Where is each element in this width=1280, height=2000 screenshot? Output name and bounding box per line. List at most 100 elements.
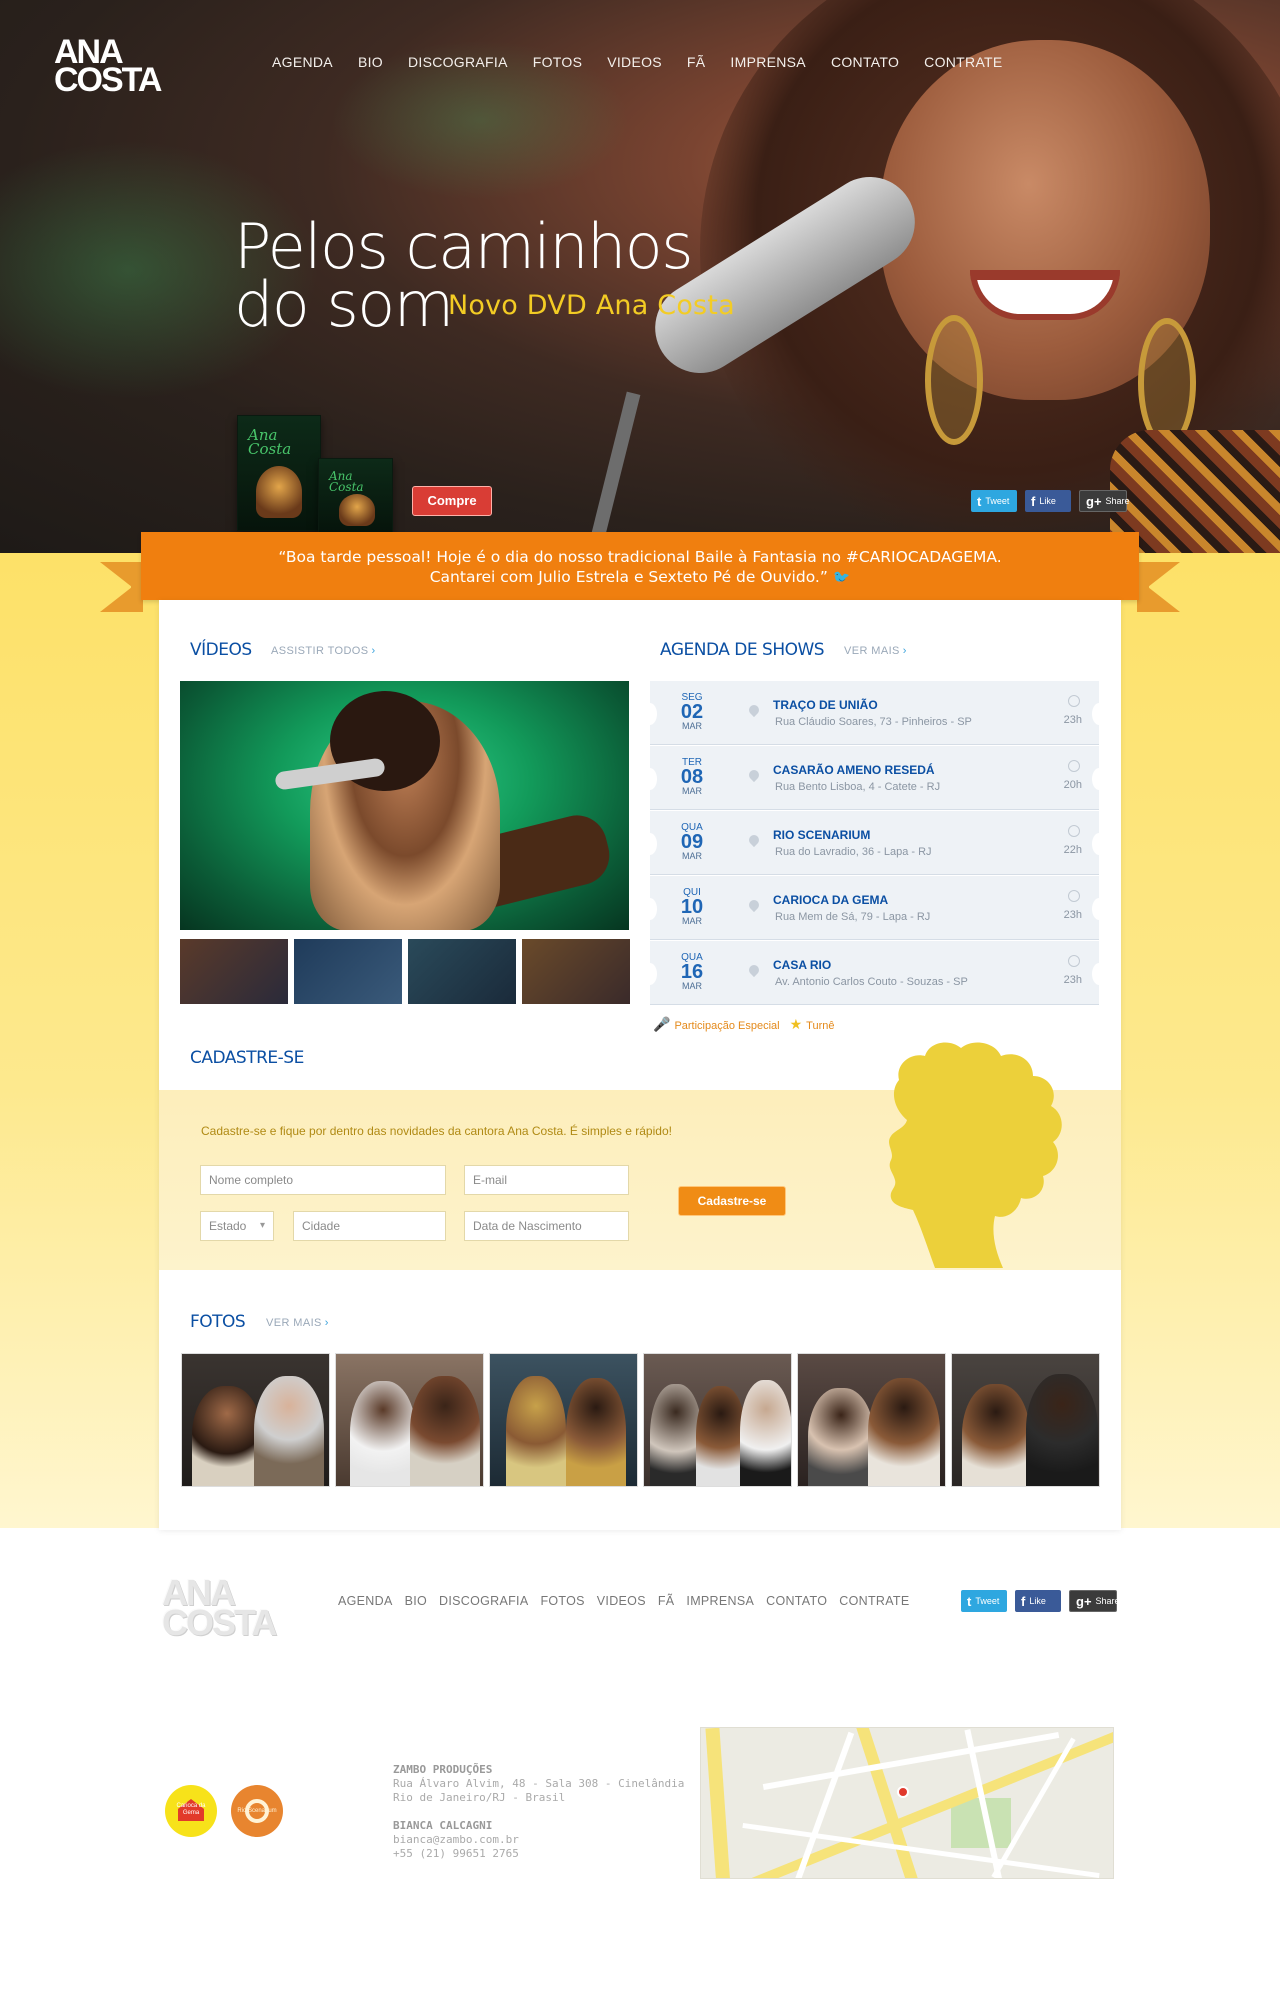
dvd-case-title: Ana Costa [329, 470, 364, 494]
agenda-title: AGENDA DE SHOWS [660, 640, 825, 660]
agenda-row[interactable]: QUA 16 MAR CASA RIO Av. Antonio Carlos Cou… [643, 941, 1106, 1005]
mic-stand [573, 391, 641, 553]
tweet-text-line1: “Boa tarde pessoal! Hoje é o dia do noss… [278, 548, 1002, 566]
photo-person [350, 1381, 416, 1486]
name-input[interactable]: Nome completo [200, 1165, 446, 1195]
ticket-notch [643, 898, 657, 920]
rio-scenarium-logo[interactable]: Rio Scenarium [231, 1785, 283, 1837]
show-time: 22h [1063, 844, 1082, 856]
photos-see-more-label: VER MAIS [266, 1317, 322, 1329]
footer-like-button[interactable]: f Like [1015, 1590, 1061, 1612]
photo-person [650, 1384, 702, 1486]
clock-icon [1068, 760, 1080, 772]
nav-imprensa[interactable]: IMPRENSA [730, 54, 806, 70]
agenda-row[interactable]: SEG 02 MAR TRAÇO DE UNIÃO Rua Cláudio Soar… [643, 681, 1106, 745]
agenda-row[interactable]: QUI 10 MAR CARIOCA DA GEMA Rua Mem de Sá, … [643, 876, 1106, 940]
video-thumbnail[interactable] [522, 939, 630, 1004]
show-time: 23h [1063, 974, 1082, 986]
nav-bio[interactable]: BIO [358, 54, 383, 70]
footer-nav-contrate[interactable]: CONTRATE [839, 1594, 909, 1608]
footer-nav-bio[interactable]: BIO [405, 1594, 427, 1608]
dvd-title-line2: Costa [248, 440, 292, 458]
twitter-icon: t [977, 493, 982, 509]
contact-email[interactable]: bianca@zambo.com.br [393, 1833, 684, 1847]
footer-nav-videos[interactable]: VIDEOS [597, 1594, 646, 1608]
dvd-case[interactable]: Ana Costa [318, 458, 393, 533]
photos-see-more-link[interactable]: VER MAIS › [266, 1317, 329, 1329]
location-pin-icon [746, 897, 762, 913]
show-venue: RIO SCENARIUM [773, 828, 871, 842]
video-thumbnail[interactable] [408, 939, 516, 1004]
dvd-figure [256, 466, 302, 518]
dvd-case-title-line2: Costa [329, 480, 364, 494]
gallery-photo[interactable] [335, 1353, 484, 1487]
video-thumbnail[interactable] [294, 939, 402, 1004]
footer-share-label: Share [1095, 1596, 1120, 1606]
footer-nav-fotos[interactable]: FOTOS [540, 1594, 584, 1608]
carioca-da-gema-logo[interactable]: Carioca da Gema [165, 1785, 217, 1837]
footer-nav-imprensa[interactable]: IMPRENSA [686, 1594, 754, 1608]
show-month: MAR [682, 916, 702, 926]
facebook-icon: f [1031, 493, 1036, 509]
nav-agenda[interactable]: AGENDA [272, 54, 333, 70]
footer-tweet-button[interactable]: t Tweet [961, 1590, 1007, 1612]
site-logo[interactable]: ANA COSTA [54, 35, 169, 97]
star-icon: ★ [789, 1016, 803, 1032]
agenda-row[interactable]: TER 08 MAR CASARÃO AMENO RESEDÁ Rua Bento … [643, 746, 1106, 810]
agenda-see-more-link[interactable]: VER MAIS › [844, 645, 907, 657]
location-pin-icon [746, 962, 762, 978]
map-avenue [705, 1728, 731, 1878]
agenda-row[interactable]: QUA 09 MAR RIO SCENARIUM Rua do Lavradio, … [643, 811, 1106, 875]
ticket-notch [643, 963, 657, 985]
show-month: MAR [682, 851, 702, 861]
signup-button[interactable]: Cadastre-se [678, 1186, 786, 1216]
city-input[interactable]: Cidade [293, 1211, 446, 1241]
show-address: Av. Antonio Carlos Couto - Souzas - SP [775, 976, 968, 988]
tweet-banner[interactable]: “Boa tarde pessoal! Hoje é o dia do noss… [141, 532, 1139, 600]
agenda-list: SEG 02 MAR TRAÇO DE UNIÃO Rua Cláudio Soar… [643, 681, 1106, 1006]
share-button[interactable]: g+ Share [1079, 490, 1130, 512]
ticket-notch [1092, 703, 1106, 725]
legend-tour: ★ Turnê [790, 1016, 835, 1033]
dvd-cover[interactable]: Ana Costa [237, 415, 321, 531]
nav-fa[interactable]: FÃ [687, 54, 706, 70]
footer-nav-discografia[interactable]: DISCOGRAFIA [439, 1594, 528, 1608]
nav-fotos[interactable]: FOTOS [533, 54, 582, 70]
birthdate-input[interactable]: Data de Nascimento [464, 1211, 629, 1241]
photo-person [808, 1388, 874, 1486]
email-input[interactable]: E-mail [464, 1165, 629, 1195]
gallery-photo[interactable] [643, 1353, 792, 1487]
like-button[interactable]: f Like [1025, 490, 1071, 512]
nav-videos[interactable]: VIDEOS [607, 54, 662, 70]
footer-nav-agenda[interactable]: AGENDA [338, 1594, 393, 1608]
gallery-photo[interactable] [181, 1353, 330, 1487]
show-day: 08 [680, 766, 704, 788]
show-time: 23h [1063, 714, 1082, 726]
gallery-photo[interactable] [951, 1353, 1100, 1487]
nav-contrate[interactable]: CONTRATE [924, 54, 1002, 70]
show-day: 09 [680, 831, 704, 853]
google-plus-icon: g+ [1086, 493, 1102, 509]
nav-discografia[interactable]: DISCOGRAFIA [408, 54, 508, 70]
footer-nav-contato[interactable]: CONTATO [766, 1594, 827, 1608]
tweet-button[interactable]: t Tweet [971, 490, 1017, 512]
agenda-legend: 🎤 Participação Especial ★ Turnê [653, 1016, 835, 1033]
gallery-photo[interactable] [797, 1353, 946, 1487]
gallery-photo[interactable] [489, 1353, 638, 1487]
map-avenue [851, 1728, 923, 1878]
location-map[interactable] [700, 1727, 1114, 1879]
company-address-line1: Rua Álvaro Alvim, 48 - Sala 308 - Cinelâ… [393, 1777, 685, 1790]
buy-button[interactable]: Compre [412, 486, 492, 516]
ticket-notch [643, 768, 657, 790]
footer-nav-fa[interactable]: FÃ [658, 1594, 675, 1608]
footer-share-button[interactable]: g+ Share [1069, 1590, 1120, 1612]
video-player[interactable] [180, 681, 629, 930]
videos-see-all-link[interactable]: ASSISTIR TODOS › [271, 645, 376, 657]
footer-logo[interactable]: ANA COSTA [162, 1575, 292, 1641]
nav-contato[interactable]: CONTATO [831, 54, 899, 70]
show-month: MAR [682, 981, 702, 991]
state-select[interactable]: Estado [200, 1211, 274, 1241]
show-date: QUI 10 MAR [674, 888, 710, 927]
video-thumbnail[interactable] [180, 939, 288, 1004]
hero-subtitle: Novo DVD Ana Costa [448, 290, 735, 321]
